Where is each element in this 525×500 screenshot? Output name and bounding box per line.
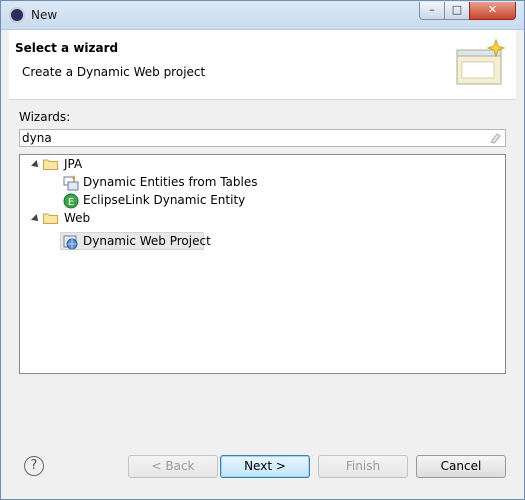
help-icon[interactable]: ? (24, 456, 44, 476)
tree-node-web[interactable]: Web (64, 209, 90, 227)
new-wizard-banner-icon (456, 38, 506, 85)
wizards-label: Wizards: (19, 110, 71, 124)
tree-node-jpa[interactable]: JPA (64, 155, 82, 173)
maximize-button[interactable]: □ (444, 2, 470, 20)
page-description: Create a Dynamic Web project (22, 65, 206, 79)
wizard-body: Wizards: dyna JPA Dynamic Entities from … (9, 99, 516, 489)
wizard-filter-input[interactable]: dyna (19, 129, 506, 147)
wizard-header: Select a wizard Create a Dynamic Web pro… (9, 30, 516, 100)
new-wizard-window: New – □ ✕ Select a wizard Create a Dynam… (0, 0, 525, 500)
clear-filter-icon[interactable] (489, 132, 501, 144)
back-button[interactable]: < Back (128, 455, 218, 478)
dynamic-entities-icon (63, 175, 79, 191)
finish-button[interactable]: Finish (318, 455, 408, 478)
expanded-arrow-icon[interactable] (31, 160, 41, 170)
window-title: New (31, 8, 58, 22)
next-button[interactable]: Next > (220, 455, 310, 478)
dynamic-web-project-icon (63, 235, 78, 250)
close-button[interactable]: ✕ (469, 2, 516, 20)
filter-text: dyna (22, 131, 52, 145)
tree-item-dynamic-web-project[interactable]: Dynamic Web Project (83, 232, 211, 250)
eclipselink-entity-icon: E (63, 193, 79, 209)
wizard-tree: JPA Dynamic Entities from Tables E Eclip… (19, 154, 506, 374)
eclipse-icon (9, 7, 25, 23)
minimize-button[interactable]: – (419, 2, 445, 20)
folder-icon (43, 213, 58, 224)
expanded-arrow-icon[interactable] (31, 214, 41, 224)
svg-text:E: E (68, 197, 74, 208)
page-title: Select a wizard (15, 41, 119, 55)
folder-icon (43, 159, 58, 170)
tree-item-dynamic-entities-from-tables[interactable]: Dynamic Entities from Tables (83, 173, 257, 191)
title-bar[interactable]: New – □ ✕ (1, 1, 524, 30)
tree-item-eclipselink-dynamic-entity[interactable]: EclipseLink Dynamic Entity (83, 191, 245, 209)
cancel-button[interactable]: Cancel (416, 455, 506, 478)
